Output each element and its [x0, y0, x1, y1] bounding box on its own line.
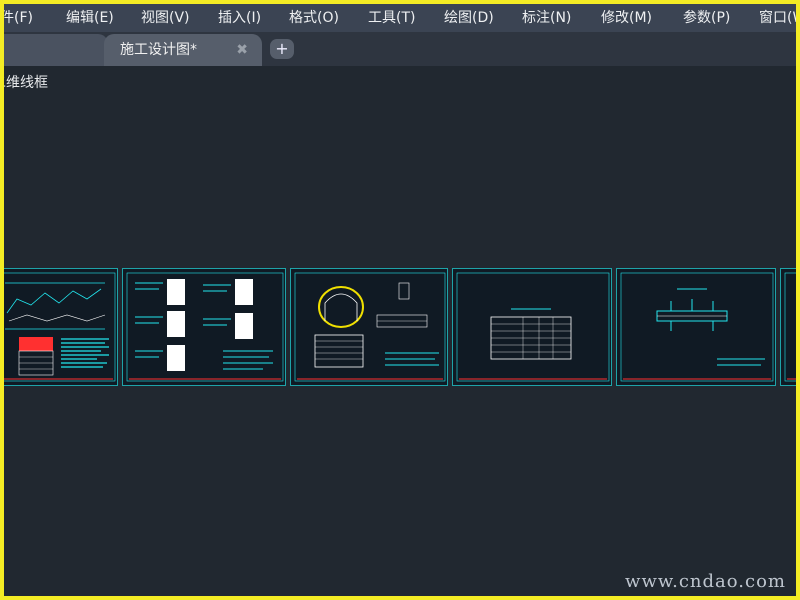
sheet-drawing: [784, 272, 800, 382]
tab-previous-document[interactable]: [0, 34, 108, 66]
drawing-sheet-2[interactable]: [122, 268, 286, 386]
tab-label: 施工设计图*: [120, 42, 197, 58]
sheet-drawing: [126, 272, 284, 382]
drawing-sheet-3[interactable]: [290, 268, 448, 386]
sheet-drawing: [294, 272, 446, 382]
menu-dimension[interactable]: 标注(N): [522, 4, 571, 32]
drawing-sheet-1[interactable]: [0, 268, 118, 386]
sheet-drawing: [0, 272, 116, 382]
menu-insert[interactable]: 插入(I): [218, 4, 261, 32]
tab-construction-drawing[interactable]: 施工设计图* ✖: [104, 34, 262, 66]
menu-format[interactable]: 格式(O): [289, 4, 339, 32]
drawing-sheet-6[interactable]: [780, 268, 800, 386]
menu-view[interactable]: 视图(V): [141, 4, 190, 32]
drawing-sheet-5[interactable]: [616, 268, 776, 386]
viewport-visual-style-label[interactable]: 二维线框: [0, 72, 60, 92]
watermark: www.cndao.com: [625, 571, 786, 592]
sheet-drawing: [620, 272, 774, 382]
drawing-sheets-strip: [0, 268, 800, 388]
close-icon[interactable]: ✖: [236, 34, 248, 66]
sheet-drawing: [456, 272, 610, 382]
drawing-sheet-4[interactable]: [452, 268, 612, 386]
menu-parameters[interactable]: 参数(P): [683, 4, 730, 32]
menu-edit[interactable]: 编辑(E): [66, 4, 114, 32]
menu-tools[interactable]: 工具(T): [368, 4, 415, 32]
menu-modify[interactable]: 修改(M): [601, 4, 652, 32]
plus-icon[interactable]: +: [270, 39, 294, 59]
document-tab-bar: 施工设计图* ✖: [0, 32, 800, 66]
menu-bar: 文件(F) 编辑(E) 视图(V) 插入(I) 格式(O) 工具(T) 绘图(D…: [0, 4, 800, 32]
menu-draw[interactable]: 绘图(D): [444, 4, 494, 32]
menu-file[interactable]: 文件(F): [0, 4, 33, 32]
menu-window[interactable]: 窗口(W): [759, 4, 800, 32]
